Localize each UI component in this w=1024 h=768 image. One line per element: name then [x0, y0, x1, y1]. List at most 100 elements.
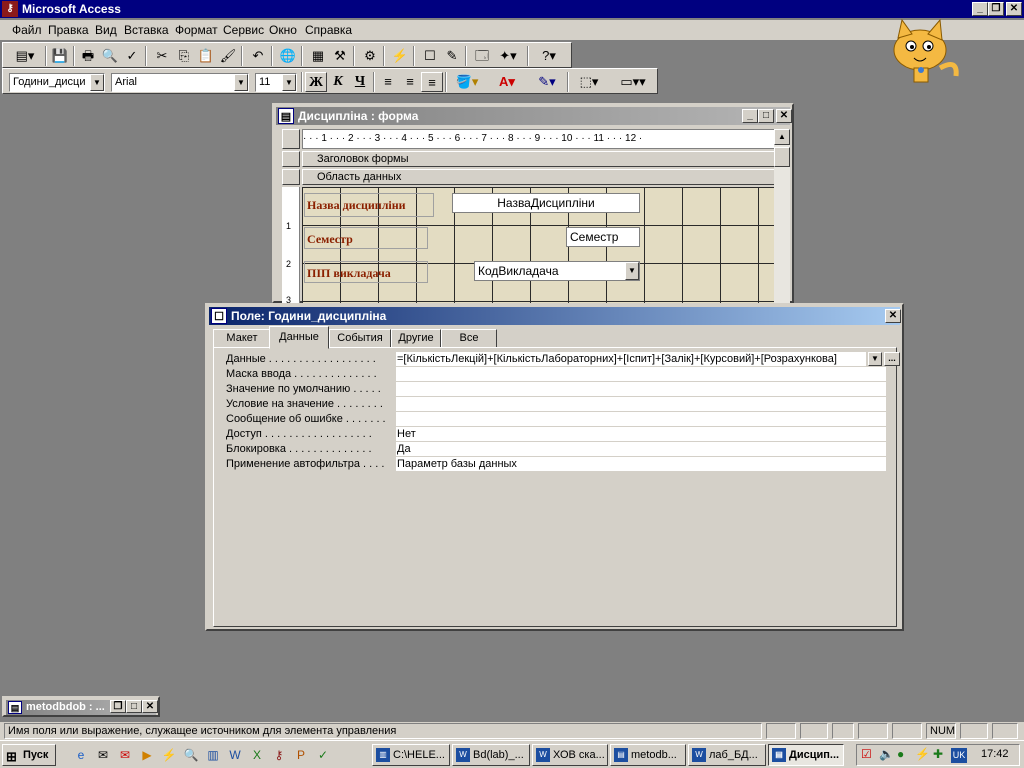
border-width-icon[interactable]: ⬚▾: [573, 72, 605, 92]
task-explorer[interactable]: ▥ C:\HELE...: [372, 744, 450, 766]
menu-tools[interactable]: Сервис: [223, 23, 264, 37]
tray-lightning-icon[interactable]: ⚡: [915, 747, 930, 761]
toolbox-icon[interactable]: ⚒: [329, 46, 351, 66]
spelling-icon[interactable]: ✓: [121, 46, 143, 66]
tab-events[interactable]: События: [329, 329, 391, 348]
property-sheet-close-button[interactable]: ✕: [885, 309, 901, 323]
scroll-up-icon[interactable]: ▲: [774, 129, 790, 145]
restore-button[interactable]: ❐: [110, 700, 126, 713]
detail-section[interactable]: Область данных: [302, 169, 780, 185]
word-icon[interactable]: W: [226, 746, 244, 764]
property-row-filter-lookup[interactable]: Применение автофильтра . . . . Параметр …: [220, 457, 892, 472]
winamp-icon[interactable]: ⚡: [160, 746, 178, 764]
internet-explorer-icon[interactable]: e: [72, 746, 90, 764]
property-row-control-source[interactable]: Данные . . . . . . . . . . . . . . . . .…: [220, 352, 900, 367]
property-row-default-value[interactable]: Значение по умолчанию . . . . .: [220, 382, 892, 397]
print-icon[interactable]: 🖶: [77, 46, 99, 66]
italic-button[interactable]: К: [327, 72, 349, 92]
outlook-icon[interactable]: ✓: [314, 746, 332, 764]
menu-format[interactable]: Формат: [175, 23, 218, 37]
align-center-icon[interactable]: ≡: [399, 72, 421, 92]
property-row-input-mask[interactable]: Маска ввода . . . . . . . . . . . . . .: [220, 367, 892, 382]
email-icon[interactable]: ✉: [116, 746, 134, 764]
maximize-button[interactable]: □: [126, 700, 142, 713]
menu-insert[interactable]: Вставка: [124, 23, 169, 37]
menu-edit[interactable]: Правка: [48, 23, 89, 37]
access-icon[interactable]: ⚷: [270, 746, 288, 764]
task-word-lab-bd[interactable]: Wлаб_БД...: [688, 744, 766, 766]
undo-icon[interactable]: ↶: [247, 46, 269, 66]
align-left-icon[interactable]: ≡: [377, 72, 399, 92]
windows-explorer-icon[interactable]: ▥: [204, 746, 222, 764]
office-assistant-cat-icon[interactable]: [878, 18, 968, 88]
property-row-enabled[interactable]: Доступ . . . . . . . . . . . . . . . . .…: [220, 427, 892, 442]
validation-text-input[interactable]: [396, 412, 886, 426]
media-player-icon[interactable]: ▶: [138, 746, 156, 764]
tray-status-icon[interactable]: ●: [897, 747, 904, 761]
default-value-input[interactable]: [396, 382, 886, 396]
excel-icon[interactable]: X: [248, 746, 266, 764]
bold-button[interactable]: Ж: [305, 72, 327, 92]
powerpoint-icon[interactable]: P: [292, 746, 310, 764]
teacher-combobox[interactable]: КодВикладача ▼: [474, 261, 640, 281]
menu-window[interactable]: Окно: [269, 23, 297, 37]
outlook-express-icon[interactable]: ✉: [94, 746, 112, 764]
menu-view[interactable]: Вид: [95, 23, 117, 37]
scroll-thumb[interactable]: [774, 147, 790, 167]
discipline-name-textbox[interactable]: НазваДисципліни: [452, 193, 640, 213]
database-window-icon[interactable]: 🗔: [471, 46, 493, 66]
build-ellipsis-icon[interactable]: ...: [884, 352, 900, 366]
format-painter-icon[interactable]: 🖌: [217, 46, 239, 66]
property-row-locked[interactable]: Блокировка . . . . . . . . . . . . . . Д…: [220, 442, 892, 457]
task-metodb[interactable]: ▤ metodb...: [610, 744, 686, 766]
task-word-bd-lab[interactable]: W Bd(lab)_...: [452, 744, 530, 766]
form-icon[interactable]: ▤: [278, 108, 294, 124]
save-icon[interactable]: 💾: [49, 46, 71, 66]
minimized-database-window[interactable]: ▤ metodbdob : ... ❐ □ ✕: [2, 696, 160, 717]
copy-icon[interactable]: ⎘: [173, 46, 195, 66]
property-row-validation-text[interactable]: Сообщение об ошибке . . . . . . .: [220, 412, 892, 427]
access-key-icon[interactable]: ⚷: [2, 1, 18, 17]
chevron-down-icon[interactable]: ▼: [868, 352, 882, 366]
property-row-validation-rule[interactable]: Условие на значение . . . . . . . .: [220, 397, 892, 412]
font-select[interactable]: Arial ▼: [111, 73, 249, 92]
code-icon[interactable]: ⚡: [389, 46, 411, 66]
line-color-icon[interactable]: ✎▾: [531, 72, 563, 92]
print-preview-icon[interactable]: 🔍: [99, 46, 121, 66]
field-label-teacher[interactable]: ПІП викладача: [304, 261, 428, 283]
clock[interactable]: 17:42: [981, 748, 1009, 760]
header-selector[interactable]: [282, 151, 300, 167]
enabled-input[interactable]: Нет: [396, 427, 886, 441]
menu-help[interactable]: Справка: [305, 23, 352, 37]
validation-rule-input[interactable]: [396, 397, 886, 411]
restore-button[interactable]: ❐: [988, 2, 1004, 16]
form-minimize-button[interactable]: _: [742, 109, 758, 123]
volume-icon[interactable]: 🔈: [879, 747, 894, 761]
start-button[interactable]: ⊞ Пуск: [2, 744, 56, 766]
form-selector[interactable]: [282, 129, 300, 149]
fill-color-icon[interactable]: 🪣▾: [451, 72, 483, 92]
view-form-icon[interactable]: ▤▾: [9, 46, 41, 66]
field-list-icon[interactable]: ▦: [307, 46, 329, 66]
paste-icon[interactable]: 📋: [195, 46, 217, 66]
search-icon[interactable]: 🔍: [182, 746, 200, 764]
form-header-section[interactable]: Заголовок формы: [302, 151, 780, 167]
field-label-semester[interactable]: Семестр: [304, 227, 428, 249]
hyperlink-icon[interactable]: 🌐: [277, 46, 299, 66]
autoformat-icon[interactable]: ⚙: [359, 46, 381, 66]
form-maximize-button[interactable]: □: [758, 109, 774, 123]
menu-file[interactable]: Файл: [12, 23, 42, 37]
detail-selector[interactable]: [282, 169, 300, 185]
tab-data[interactable]: Данные: [269, 326, 329, 349]
tray-antivirus-icon[interactable]: ✚: [933, 747, 943, 761]
tab-all[interactable]: Все: [441, 329, 497, 348]
field-label-discipline[interactable]: Назва дисципліни: [304, 193, 434, 217]
font-size-select[interactable]: 11 ▼: [255, 73, 297, 92]
form-vertical-scrollbar[interactable]: ▲: [774, 129, 790, 305]
tab-layout[interactable]: Макет: [213, 329, 271, 348]
close-button[interactable]: ✕: [142, 700, 158, 713]
chevron-down-icon[interactable]: ▼: [625, 262, 639, 280]
locked-input[interactable]: Да: [396, 442, 886, 456]
control-source-input[interactable]: =[КількістьЛекцій]+[КількістьЛабораторни…: [396, 352, 866, 366]
tab-other[interactable]: Другие: [391, 329, 441, 348]
